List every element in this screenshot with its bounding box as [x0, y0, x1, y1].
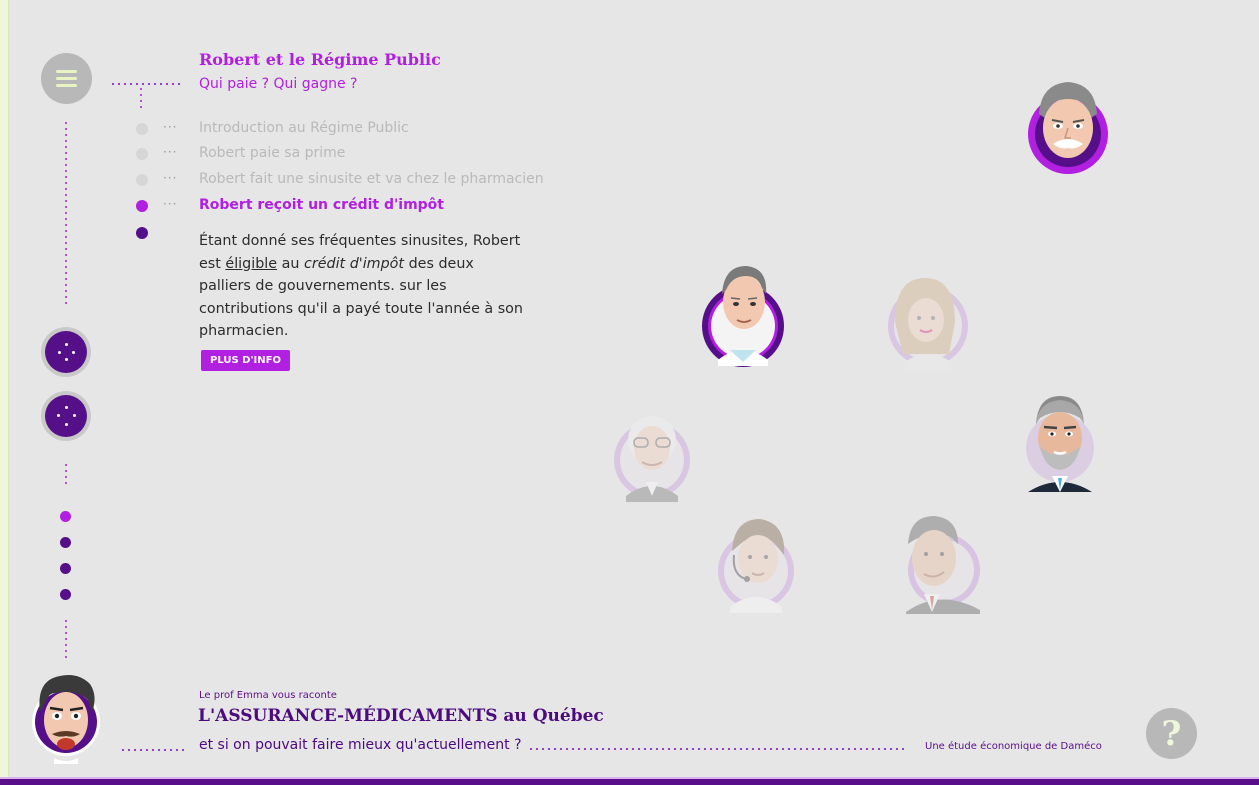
- step-introduction[interactable]: Introduction au Régime Public: [199, 120, 409, 136]
- connector-dots: [140, 86, 142, 108]
- timeline-dots: [65, 462, 67, 488]
- footer-dots: [528, 748, 908, 750]
- grey-beard-man-avatar[interactable]: [1024, 394, 1096, 494]
- step-dot[interactable]: [136, 123, 148, 135]
- menu-icon-line: [56, 77, 77, 80]
- step-dots: ···: [163, 145, 178, 159]
- call-center-avatar[interactable]: [716, 515, 796, 613]
- step-dot[interactable]: [136, 174, 148, 186]
- suit-man-avatar[interactable]: [900, 514, 982, 614]
- chapter-button[interactable]: [41, 391, 91, 441]
- eligible-term[interactable]: éligible: [225, 256, 277, 272]
- robert-avatar[interactable]: [700, 262, 786, 370]
- woman-avatar[interactable]: [885, 274, 971, 372]
- connector-dots: [110, 83, 182, 85]
- bottom-bar: [0, 779, 1259, 785]
- site-subtitle: et si on pouvait faire mieux qu'actuelle…: [199, 737, 522, 753]
- menu-icon-line: [56, 84, 77, 87]
- elderly-glasses-avatar[interactable]: [612, 404, 692, 504]
- step-dots: ···: [163, 120, 178, 134]
- timeline-dot[interactable]: [60, 537, 71, 548]
- site-title: L'ASSURANCE-MÉDICAMENTS au Québec: [198, 706, 604, 726]
- help-button[interactable]: ?: [1146, 708, 1197, 759]
- step-dots: ···: [163, 197, 178, 211]
- timeline-dot[interactable]: [60, 511, 71, 522]
- chapter-icon: [45, 395, 87, 437]
- timeline-dots: [65, 618, 67, 662]
- more-info-button[interactable]: PLUS D'INFO: [201, 350, 290, 371]
- step-description: Étant donné ses fréquentes sinusites, Ro…: [199, 230, 529, 343]
- menu-icon-line: [56, 70, 77, 73]
- step-dots: ···: [163, 171, 178, 185]
- chapter-button[interactable]: [41, 327, 91, 377]
- credit-link[interactable]: Une étude économique de Daméco: [925, 741, 1102, 752]
- timeline-dot[interactable]: [60, 563, 71, 574]
- credit-term: crédit d'impôt: [303, 255, 405, 272]
- step-dot-active[interactable]: [136, 200, 148, 212]
- timeline-dots: [65, 120, 67, 305]
- old-man-avatar[interactable]: [1025, 78, 1111, 178]
- step-prime[interactable]: Robert paie sa prime: [199, 145, 345, 161]
- text-fragment: au: [277, 255, 304, 272]
- footer-dots: [120, 749, 184, 751]
- chapter-subtitle: Qui paie ? Qui gagne ?: [199, 76, 358, 92]
- menu-button[interactable]: [41, 53, 92, 104]
- left-edge-strip: [0, 0, 9, 785]
- chapter-title: Robert et le Régime Public: [199, 50, 441, 69]
- step-dot[interactable]: [136, 148, 148, 160]
- professor-avatar[interactable]: [30, 672, 102, 766]
- chapter-icon: [45, 331, 87, 373]
- narrator-caption: Le prof Emma vous raconte: [199, 690, 337, 701]
- step-credit-impot[interactable]: Robert reçoit un crédit d'impôt: [199, 197, 444, 213]
- step-pharmacien[interactable]: Robert fait une sinusite et va chez le p…: [199, 171, 544, 187]
- timeline-dot[interactable]: [60, 589, 71, 600]
- step-dot-next[interactable]: [136, 227, 148, 239]
